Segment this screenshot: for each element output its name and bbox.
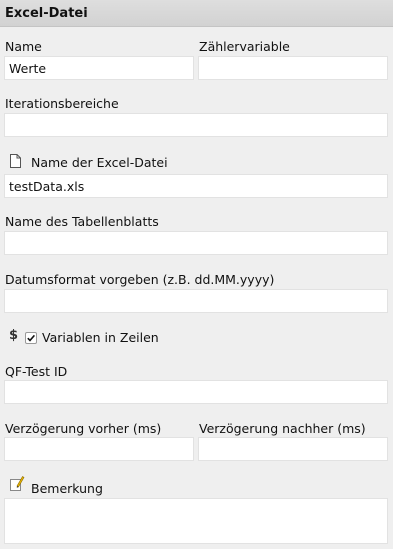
qftest-id-input[interactable]	[4, 380, 388, 404]
variables-in-rows-checkbox[interactable]	[25, 332, 37, 344]
counter-variable-label: Zählervariable	[199, 39, 290, 54]
panel-title: Excel-Datei	[5, 6, 88, 21]
name-input[interactable]	[4, 56, 194, 80]
excel-file-label: Name der Excel-Datei	[31, 155, 168, 170]
comment-textarea[interactable]	[4, 498, 388, 544]
delay-after-input[interactable]	[198, 437, 388, 461]
counter-variable-input[interactable]	[198, 56, 388, 80]
delay-before-label: Verzögerung vorher (ms)	[5, 421, 162, 436]
delay-after-label: Verzögerung nachher (ms)	[199, 421, 366, 436]
panel-header: Excel-Datei	[0, 0, 393, 27]
comment-pencil-icon	[9, 475, 25, 492]
iteration-ranges-input[interactable]	[4, 113, 388, 137]
variables-in-rows-label: Variablen in Zeilen	[42, 330, 159, 345]
sheet-name-input[interactable]	[4, 231, 388, 255]
excel-file-input[interactable]	[4, 174, 388, 198]
name-label: Name	[5, 39, 42, 54]
sheet-name-label: Name des Tabellenblatts	[5, 214, 159, 229]
date-format-label: Datumsformat vorgeben (z.B. dd.MM.yyyy)	[5, 272, 275, 287]
date-format-input[interactable]	[4, 289, 388, 313]
file-icon	[9, 153, 22, 169]
qftest-id-label: QF-Test ID	[5, 364, 68, 379]
delay-before-input[interactable]	[4, 437, 194, 461]
dollar-icon: $	[9, 328, 19, 343]
comment-label: Bemerkung	[31, 481, 103, 496]
iteration-ranges-label: Iterationsbereiche	[5, 96, 119, 111]
